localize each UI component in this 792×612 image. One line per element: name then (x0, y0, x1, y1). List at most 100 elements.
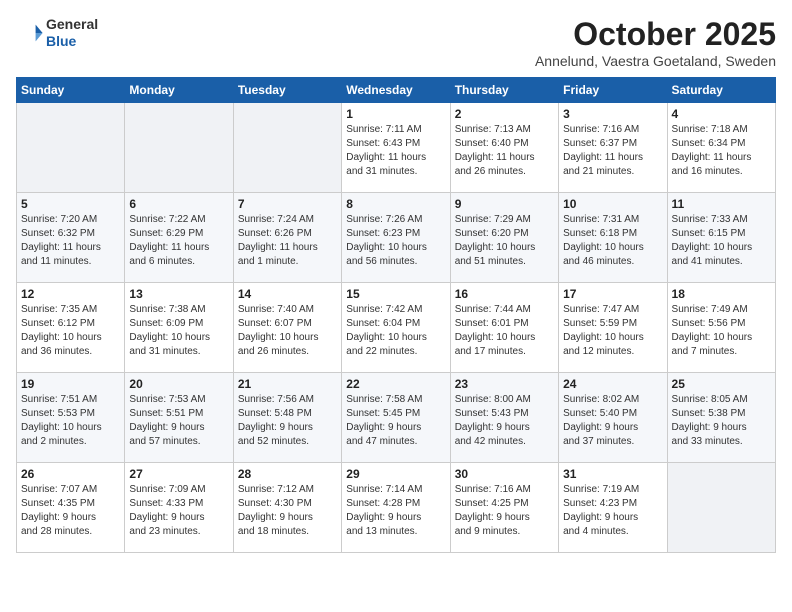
col-header-sunday: Sunday (17, 78, 125, 103)
day-info: Sunrise: 8:00 AM Sunset: 5:43 PM Dayligh… (455, 393, 554, 449)
col-header-saturday: Saturday (667, 78, 775, 103)
day-info: Sunrise: 7:26 AM Sunset: 6:23 PM Dayligh… (346, 213, 445, 269)
day-number: 10 (563, 197, 662, 211)
day-info: Sunrise: 7:42 AM Sunset: 6:04 PM Dayligh… (346, 303, 445, 359)
calendar-cell: 1 Sunrise: 7:11 AM Sunset: 6:43 PM Daylig… (342, 103, 450, 193)
col-header-tuesday: Tuesday (233, 78, 341, 103)
logo-blue: Blue (46, 33, 98, 50)
calendar-cell: 15 Sunrise: 7:42 AM Sunset: 6:04 PM Dayli… (342, 283, 450, 373)
day-number: 3 (563, 107, 662, 121)
calendar-cell: 12 Sunrise: 7:35 AM Sunset: 6:12 PM Dayli… (17, 283, 125, 373)
calendar-cell (667, 463, 775, 553)
day-number: 2 (455, 107, 554, 121)
calendar-cell: 23 Sunrise: 8:00 AM Sunset: 5:43 PM Dayli… (450, 373, 558, 463)
logo-general: General (46, 16, 98, 33)
day-info: Sunrise: 7:19 AM Sunset: 4:23 PM Dayligh… (563, 483, 662, 539)
day-info: Sunrise: 7:11 AM Sunset: 6:43 PM Dayligh… (346, 123, 445, 179)
calendar-week-5: 26 Sunrise: 7:07 AM Sunset: 4:35 PM Dayli… (17, 463, 776, 553)
day-info: Sunrise: 7:58 AM Sunset: 5:45 PM Dayligh… (346, 393, 445, 449)
calendar-cell (17, 103, 125, 193)
calendar-cell: 18 Sunrise: 7:49 AM Sunset: 5:56 PM Dayli… (667, 283, 775, 373)
day-info: Sunrise: 7:51 AM Sunset: 5:53 PM Dayligh… (21, 393, 120, 449)
day-number: 19 (21, 377, 120, 391)
calendar-cell: 14 Sunrise: 7:40 AM Sunset: 6:07 PM Dayli… (233, 283, 341, 373)
day-number: 15 (346, 287, 445, 301)
day-number: 11 (672, 197, 771, 211)
day-info: Sunrise: 7:40 AM Sunset: 6:07 PM Dayligh… (238, 303, 337, 359)
day-number: 13 (129, 287, 228, 301)
calendar-week-3: 12 Sunrise: 7:35 AM Sunset: 6:12 PM Dayli… (17, 283, 776, 373)
day-number: 4 (672, 107, 771, 121)
day-number: 18 (672, 287, 771, 301)
title-block: October 2025 Annelund, Vaestra Goetaland… (535, 16, 776, 69)
calendar-cell: 17 Sunrise: 7:47 AM Sunset: 5:59 PM Dayli… (559, 283, 667, 373)
day-number: 26 (21, 467, 120, 481)
day-number: 5 (21, 197, 120, 211)
day-number: 17 (563, 287, 662, 301)
calendar-cell: 8Sunrise: 7:26 AM Sunset: 6:23 PM Daylig… (342, 193, 450, 283)
day-info: Sunrise: 7:24 AM Sunset: 6:26 PM Dayligh… (238, 213, 337, 269)
day-info: Sunrise: 7:13 AM Sunset: 6:40 PM Dayligh… (455, 123, 554, 179)
calendar-cell (125, 103, 233, 193)
calendar-cell: 13 Sunrise: 7:38 AM Sunset: 6:09 PM Dayli… (125, 283, 233, 373)
day-info: Sunrise: 7:12 AM Sunset: 4:30 PM Dayligh… (238, 483, 337, 539)
day-info: Sunrise: 7:38 AM Sunset: 6:09 PM Dayligh… (129, 303, 228, 359)
col-header-monday: Monday (125, 78, 233, 103)
calendar-cell: 7 Sunrise: 7:24 AM Sunset: 6:26 PM Daylig… (233, 193, 341, 283)
day-number: 23 (455, 377, 554, 391)
calendar-cell: 21Sunrise: 7:56 AM Sunset: 5:48 PM Dayli… (233, 373, 341, 463)
day-info: Sunrise: 7:29 AM Sunset: 6:20 PM Dayligh… (455, 213, 554, 269)
day-number: 14 (238, 287, 337, 301)
day-number: 31 (563, 467, 662, 481)
day-info: Sunrise: 7:14 AM Sunset: 4:28 PM Dayligh… (346, 483, 445, 539)
calendar-week-2: 5Sunrise: 7:20 AM Sunset: 6:32 PM Daylig… (17, 193, 776, 283)
calendar-cell: 31 Sunrise: 7:19 AM Sunset: 4:23 PM Dayli… (559, 463, 667, 553)
day-info: Sunrise: 7:07 AM Sunset: 4:35 PM Dayligh… (21, 483, 120, 539)
calendar-cell: 9Sunrise: 7:29 AM Sunset: 6:20 PM Daylig… (450, 193, 558, 283)
day-number: 21 (238, 377, 337, 391)
calendar-table: SundayMondayTuesdayWednesdayThursdayFrid… (16, 77, 776, 553)
day-number: 27 (129, 467, 228, 481)
day-number: 28 (238, 467, 337, 481)
calendar-cell: 26 Sunrise: 7:07 AM Sunset: 4:35 PM Dayli… (17, 463, 125, 553)
calendar-cell: 20 Sunrise: 7:53 AM Sunset: 5:51 PM Dayli… (125, 373, 233, 463)
logo-icon (16, 19, 44, 47)
col-header-thursday: Thursday (450, 78, 558, 103)
day-info: Sunrise: 7:44 AM Sunset: 6:01 PM Dayligh… (455, 303, 554, 359)
month-title: October 2025 (535, 16, 776, 53)
day-number: 7 (238, 197, 337, 211)
calendar-cell: 28 Sunrise: 7:12 AM Sunset: 4:30 PM Dayli… (233, 463, 341, 553)
day-info: Sunrise: 7:35 AM Sunset: 6:12 PM Dayligh… (21, 303, 120, 359)
day-number: 24 (563, 377, 662, 391)
day-info: Sunrise: 7:31 AM Sunset: 6:18 PM Dayligh… (563, 213, 662, 269)
calendar-cell: 5Sunrise: 7:20 AM Sunset: 6:32 PM Daylig… (17, 193, 125, 283)
calendar-cell: 4 Sunrise: 7:18 AM Sunset: 6:34 PM Daylig… (667, 103, 775, 193)
location: Annelund, Vaestra Goetaland, Sweden (535, 53, 776, 69)
day-info: Sunrise: 7:18 AM Sunset: 6:34 PM Dayligh… (672, 123, 771, 179)
day-number: 20 (129, 377, 228, 391)
calendar-cell: 16 Sunrise: 7:44 AM Sunset: 6:01 PM Dayli… (450, 283, 558, 373)
calendar-cell: 19 Sunrise: 7:51 AM Sunset: 5:53 PM Dayli… (17, 373, 125, 463)
day-info: Sunrise: 7:49 AM Sunset: 5:56 PM Dayligh… (672, 303, 771, 359)
day-number: 30 (455, 467, 554, 481)
calendar-cell: 6Sunrise: 7:22 AM Sunset: 6:29 PM Daylig… (125, 193, 233, 283)
day-number: 12 (21, 287, 120, 301)
day-number: 1 (346, 107, 445, 121)
day-number: 16 (455, 287, 554, 301)
logo: General Blue (16, 16, 98, 50)
calendar-week-1: 1 Sunrise: 7:11 AM Sunset: 6:43 PM Daylig… (17, 103, 776, 193)
day-info: Sunrise: 7:47 AM Sunset: 5:59 PM Dayligh… (563, 303, 662, 359)
day-info: Sunrise: 7:53 AM Sunset: 5:51 PM Dayligh… (129, 393, 228, 449)
calendar-cell: 22Sunrise: 7:58 AM Sunset: 5:45 PM Dayli… (342, 373, 450, 463)
calendar-cell: 25Sunrise: 8:05 AM Sunset: 5:38 PM Dayli… (667, 373, 775, 463)
calendar-header-row: SundayMondayTuesdayWednesdayThursdayFrid… (17, 78, 776, 103)
day-info: Sunrise: 7:33 AM Sunset: 6:15 PM Dayligh… (672, 213, 771, 269)
day-number: 6 (129, 197, 228, 211)
day-info: Sunrise: 8:02 AM Sunset: 5:40 PM Dayligh… (563, 393, 662, 449)
calendar-week-4: 19 Sunrise: 7:51 AM Sunset: 5:53 PM Dayli… (17, 373, 776, 463)
col-header-wednesday: Wednesday (342, 78, 450, 103)
calendar-cell: 27 Sunrise: 7:09 AM Sunset: 4:33 PM Dayli… (125, 463, 233, 553)
calendar-cell: 3Sunrise: 7:16 AM Sunset: 6:37 PM Daylig… (559, 103, 667, 193)
day-info: Sunrise: 7:09 AM Sunset: 4:33 PM Dayligh… (129, 483, 228, 539)
calendar-cell (233, 103, 341, 193)
